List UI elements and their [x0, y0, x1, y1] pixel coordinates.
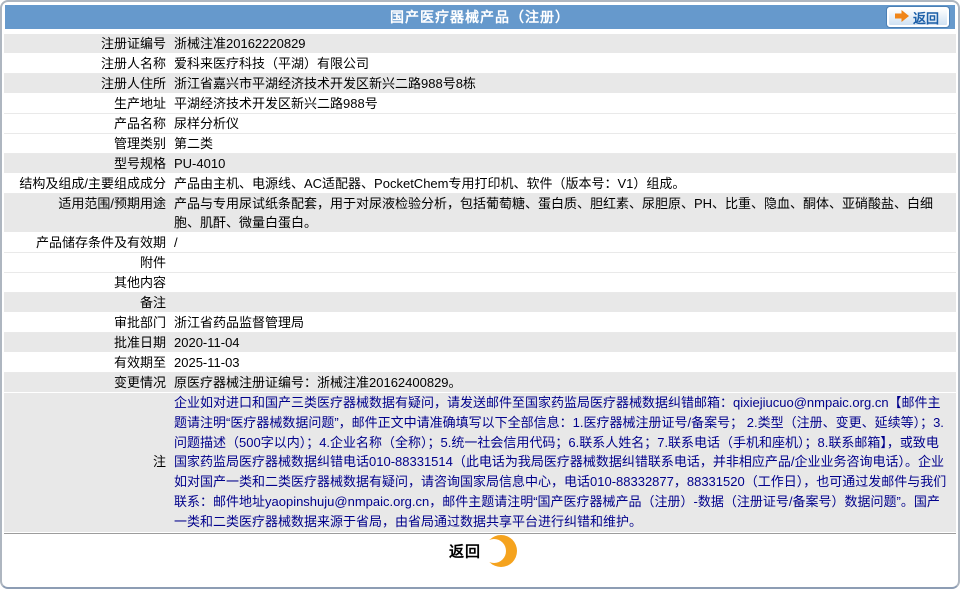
crescent-circle-icon — [482, 534, 517, 567]
back-button[interactable]: 返回 — [886, 7, 949, 27]
row-label: 批准日期 — [113, 335, 166, 350]
row-value — [174, 293, 956, 312]
page-title: 国产医疗器械产品（注册） — [390, 9, 570, 25]
row-label: 审批部门 — [113, 315, 166, 330]
page-header: 国产医疗器械产品（注册） 返回 — [5, 5, 955, 29]
table-row: 注册人住所 浙江省嘉兴市平湖经济技术开发区新兴二路988号8栋 — [4, 74, 956, 94]
row-label: 管理类别 — [113, 136, 166, 151]
page-frame: 国产医疗器械产品（注册） 返回 注册证编号 浙械注准20162220829 注册… — [0, 0, 960, 589]
row-label: 产品名称 — [113, 116, 166, 131]
row-value: 浙江省嘉兴市平湖经济技术开发区新兴二路988号8栋 — [174, 76, 476, 91]
table-row: 审批部门 浙江省药品监督管理局 — [4, 313, 956, 333]
row-value: 平湖经济技术开发区新兴二路988号 — [174, 96, 378, 111]
row-label: 注册人住所 — [100, 76, 166, 91]
row-value: 原医疗器械注册证编号：浙械注准20162400829。 — [174, 375, 462, 390]
row-label: 注册证编号 — [100, 36, 166, 51]
row-value — [174, 253, 956, 272]
table-row-note: 注 企业如对进口和国产三类医疗器械数据有疑问，请发送邮件至国家药监局医疗器械数据… — [4, 393, 956, 533]
row-value: 2020-11-04 — [174, 335, 240, 350]
row-label: 结构及组成/主要组成成分 — [19, 176, 166, 191]
row-label: 适用范围/预期用途 — [58, 196, 166, 211]
table-row: 其他内容 — [4, 273, 956, 293]
footer-back-label: 返回 — [449, 543, 482, 561]
back-arrow-icon — [894, 9, 909, 25]
row-value: 浙江省药品监督管理局 — [174, 315, 305, 330]
row-value: 浙械注准20162220829 — [174, 36, 306, 51]
row-value: 产品由主机、电源线、AC适配器、PocketChem专用打印机、软件（版本号：V… — [174, 176, 686, 191]
table-row: 产品储存条件及有效期 / — [4, 233, 956, 253]
table-row: 适用范围/预期用途 产品与专用尿试纸条配套，用于对尿液检验分析，包括葡萄糖、蛋白… — [4, 194, 956, 233]
row-value: 第二类 — [174, 136, 214, 151]
back-button-label: 返回 — [912, 10, 939, 26]
row-label: 生产地址 — [113, 96, 166, 111]
table-row: 型号规格 PU-4010 — [4, 154, 956, 174]
table-row: 注册人名称 爱科来医疗科技（平湖）有限公司 — [4, 54, 956, 74]
row-label: 其他内容 — [113, 275, 166, 290]
row-label: 有效期至 — [113, 355, 166, 370]
table-row: 备注 — [4, 293, 956, 313]
row-value: 尿样分析仪 — [174, 116, 240, 131]
table-row: 生产地址 平湖经济技术开发区新兴二路988号 — [4, 94, 956, 114]
table-row: 批准日期 2020-11-04 — [4, 333, 956, 353]
footer-back-button[interactable]: 返回 — [443, 534, 517, 567]
detail-table: 注册证编号 浙械注准20162220829 注册人名称 爱科来医疗科技（平湖）有… — [4, 34, 956, 534]
row-label: 附件 — [139, 255, 166, 270]
note-text: 企业如对进口和国产三类医疗器械数据有疑问，请发送邮件至国家药监局医疗器械数据纠错… — [174, 395, 947, 529]
footer: 返回 — [2, 534, 958, 568]
row-value: 产品与专用尿试纸条配套，用于对尿液检验分析，包括葡萄糖、蛋白质、胆红素、尿胆原、… — [174, 196, 934, 230]
table-row: 结构及组成/主要组成成分 产品由主机、电源线、AC适配器、PocketChem专… — [4, 174, 956, 194]
table-row: 管理类别 第二类 — [4, 134, 956, 154]
row-value: 2025-11-03 — [174, 355, 240, 370]
table-row: 注册证编号 浙械注准20162220829 — [4, 34, 956, 54]
row-value — [174, 273, 956, 292]
row-value: 爱科来医疗科技（平湖）有限公司 — [174, 56, 370, 71]
row-value: / — [174, 235, 178, 250]
row-label: 变更情况 — [113, 375, 166, 390]
table-row: 变更情况 原医疗器械注册证编号：浙械注准20162400829。 — [4, 373, 956, 393]
table-row: 有效期至 2025-11-03 — [4, 353, 956, 373]
row-label: 注册人名称 — [100, 56, 166, 71]
row-label: 备注 — [139, 295, 166, 310]
row-label: 型号规格 — [113, 156, 166, 171]
table-row: 附件 — [4, 253, 956, 273]
table-row: 产品名称 尿样分析仪 — [4, 114, 956, 134]
row-label: 注 — [152, 454, 166, 470]
row-label: 产品储存条件及有效期 — [35, 235, 166, 250]
row-value: PU-4010 — [174, 156, 226, 171]
